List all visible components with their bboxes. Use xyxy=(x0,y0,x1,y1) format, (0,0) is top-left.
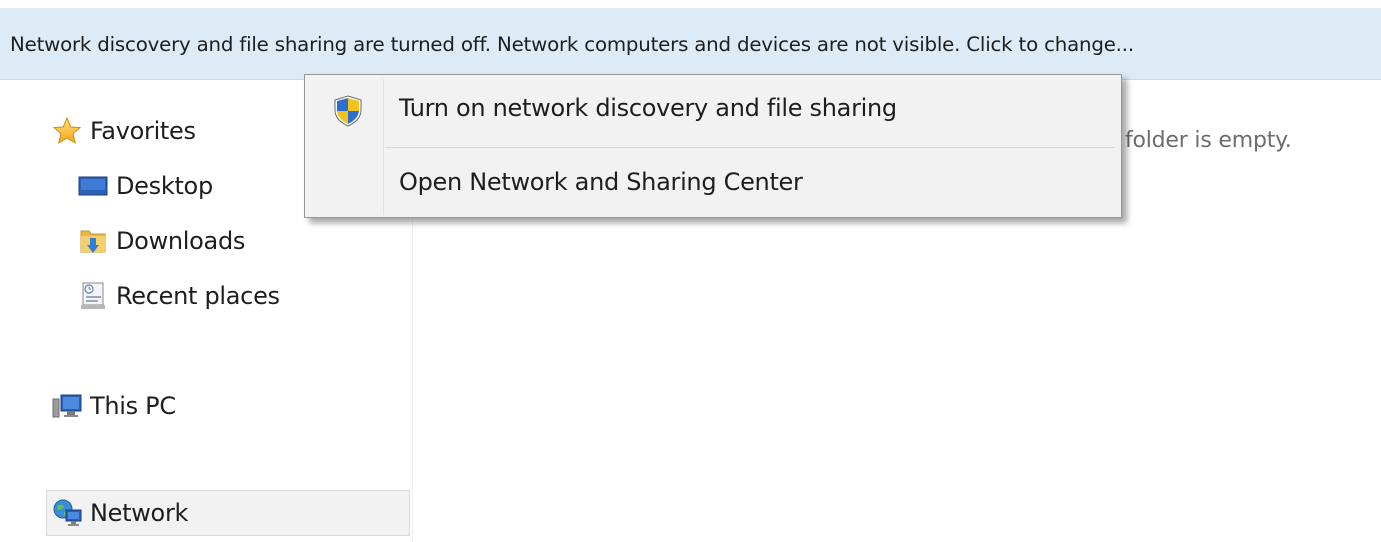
network-icon xyxy=(52,498,82,528)
nav-item-label: Network xyxy=(90,499,189,527)
downloads-folder-icon xyxy=(78,226,108,256)
explorer-window: Network discovery and file sharing are t… xyxy=(0,0,1381,542)
nav-item-label: This PC xyxy=(90,392,176,420)
nav-item-recent-places[interactable]: Recent places xyxy=(78,273,280,319)
nav-item-this-pc[interactable]: This PC xyxy=(52,383,176,429)
menu-separator xyxy=(385,147,1115,148)
infobar-text: Network discovery and file sharing are t… xyxy=(10,33,1134,56)
menu-item-label: Turn on network discovery and file shari… xyxy=(399,94,897,122)
nav-item-label: Downloads xyxy=(116,227,246,255)
network-discovery-infobar[interactable]: Network discovery and file sharing are t… xyxy=(0,8,1381,80)
uac-shield-icon xyxy=(333,95,363,127)
empty-folder-message: This folder is empty. xyxy=(1074,128,1292,153)
nav-item-label: Recent places xyxy=(116,282,280,310)
desktop-icon xyxy=(78,171,108,201)
menu-item-open-network-sharing-center[interactable]: Open Network and Sharing Center xyxy=(307,153,1119,217)
recent-places-icon xyxy=(78,281,108,311)
computer-icon xyxy=(52,391,82,421)
nav-item-downloads[interactable]: Downloads xyxy=(78,218,245,264)
infobar-context-menu: Turn on network discovery and file shari… xyxy=(304,74,1122,218)
nav-item-network[interactable]: Network xyxy=(46,490,410,536)
nav-item-favorites[interactable]: Favorites xyxy=(52,108,196,154)
nav-item-label: Desktop xyxy=(116,172,213,200)
nav-item-desktop[interactable]: Desktop xyxy=(78,163,213,209)
menu-item-label: Open Network and Sharing Center xyxy=(399,168,803,196)
menu-item-turn-on-network-discovery[interactable]: Turn on network discovery and file shari… xyxy=(307,79,1119,143)
nav-item-label: Favorites xyxy=(90,117,196,145)
star-icon xyxy=(52,116,82,146)
